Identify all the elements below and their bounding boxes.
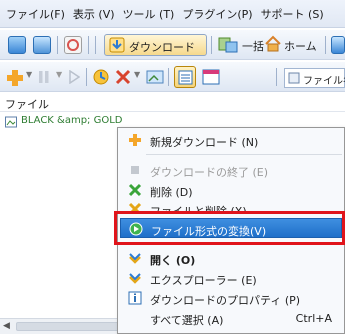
dropdown-arrow-icon[interactable]: ▼ (26, 70, 32, 79)
app-window: ファイル(F) 表示 (V) ツール (T) プラグイン(P) サポート (S)… (0, 0, 345, 334)
view-mode-button[interactable] (174, 66, 196, 88)
menu-item-label: 開く (O) (150, 254, 196, 267)
convert-icon (129, 222, 143, 236)
menu-item-stop-download[interactable]: ダウンロードの終了 (E) (120, 160, 342, 180)
stop-icon (131, 166, 139, 174)
properties-icon (128, 291, 142, 305)
menu-item-delete-with-file[interactable]: ファイルと削除 (X) (120, 199, 342, 211)
download-button[interactable]: ダウンロード (104, 34, 207, 56)
toolbar-separator (57, 36, 58, 54)
batch-download-icon[interactable] (218, 36, 240, 54)
file-column-label: ファイル (5, 98, 49, 111)
menu-item-properties[interactable]: ダウンロードのプロパティ (P) (120, 288, 342, 308)
menu-support[interactable]: サポート (S) (257, 6, 328, 22)
toolbar-separator (86, 68, 87, 86)
delete-icon (128, 183, 142, 197)
resume-icon[interactable] (92, 68, 110, 86)
filename-label: ファイル名 (303, 76, 345, 87)
menu-item-shortcut: Ctrl+A (295, 312, 332, 325)
filename-sort-button[interactable]: ファイル名 (284, 68, 345, 88)
toolbar-separator (276, 68, 277, 86)
window-icon[interactable] (202, 68, 220, 86)
browser-icon[interactable] (331, 36, 345, 54)
explorer-icon (129, 273, 141, 284)
pause-icon[interactable] (38, 70, 50, 84)
menu-separator (146, 242, 342, 243)
menu-item-label: すべて選択 (A) (150, 314, 224, 327)
image-icon[interactable] (146, 68, 164, 86)
menu-item-delete[interactable]: 削除 (D) (120, 180, 342, 200)
settings-icon[interactable] (64, 36, 82, 54)
dropdown-arrow-icon[interactable]: ▼ (134, 70, 140, 79)
video-file-icon (5, 116, 17, 128)
batch-label[interactable]: 一括 (242, 38, 264, 54)
menu-item-label: ファイル形式の変換(V) (151, 225, 267, 238)
connect-icon[interactable] (8, 36, 26, 54)
menu-item-convert-format[interactable]: ファイル形式の変換(V) (120, 218, 342, 238)
menu-view[interactable]: 表示 (V) (69, 6, 119, 22)
dropdown-arrow-icon[interactable]: ▼ (56, 70, 62, 79)
menu-item-new-download[interactable]: 新規ダウンロード (N) (120, 130, 342, 150)
menu-tools[interactable]: ツール (T) (119, 6, 179, 22)
open-icon (129, 253, 141, 264)
file-name: BLACK &amp; GOLD (21, 115, 123, 126)
toolbar-separator (211, 36, 212, 54)
delete-file-icon (128, 202, 142, 211)
play-icon[interactable] (68, 70, 80, 84)
file-column-header[interactable]: ファイル (0, 94, 345, 112)
toolbar-separator (95, 36, 96, 54)
menu-item-select-all[interactable]: すべて選択 (A) Ctrl+A (120, 308, 342, 328)
delete-icon[interactable] (114, 68, 132, 86)
plus-icon (129, 134, 141, 146)
scroll-left-icon[interactable]: ◀ (3, 321, 10, 331)
download-icon (109, 37, 125, 53)
menu-bar: ファイル(F) 表示 (V) ツール (T) プラグイン(P) サポート (S) (0, 0, 345, 28)
secondary-toolbar: ▼ ▼ ▼ ファイル (0, 62, 345, 92)
menu-item-label: 削除 (D) (150, 186, 193, 199)
menu-plugins[interactable]: プラグイン(P) (178, 6, 256, 22)
download-label: ダウンロード (129, 41, 195, 54)
menu-item-explorer[interactable]: エクスプローラー (E) (120, 268, 342, 288)
toolbar-separator (325, 36, 326, 54)
home-label[interactable]: ホーム (284, 38, 317, 54)
toolbar-separator (88, 36, 89, 54)
refresh-icon[interactable] (33, 36, 51, 54)
scroll-thumb[interactable] (16, 322, 126, 331)
menu-item-label: エクスプローラー (E) (150, 274, 257, 287)
toolbar-separator (168, 68, 169, 86)
list-view-icon (178, 70, 193, 85)
horizontal-scrollbar[interactable]: ◀ (0, 318, 130, 334)
menu-separator (146, 154, 342, 155)
menu-item-label: 新規ダウンロード (N) (150, 136, 259, 149)
menu-file[interactable]: ファイル(F) (2, 6, 69, 22)
context-menu: 新規ダウンロード (N) ダウンロードの終了 (E) 削除 (D) ファイルと削… (117, 127, 345, 334)
main-toolbar: ダウンロード 一括 ホーム (0, 30, 345, 60)
file-icon (288, 72, 300, 84)
menu-item-label: ダウンロードのプロパティ (P) (150, 294, 301, 307)
add-icon[interactable] (6, 69, 24, 87)
home-icon[interactable] (264, 35, 282, 53)
menu-item-label: ダウンロードの終了 (E) (150, 166, 269, 179)
menu-item-label: ファイルと削除 (X) (150, 203, 247, 211)
menu-item-open[interactable]: 開く (O) (120, 248, 342, 268)
